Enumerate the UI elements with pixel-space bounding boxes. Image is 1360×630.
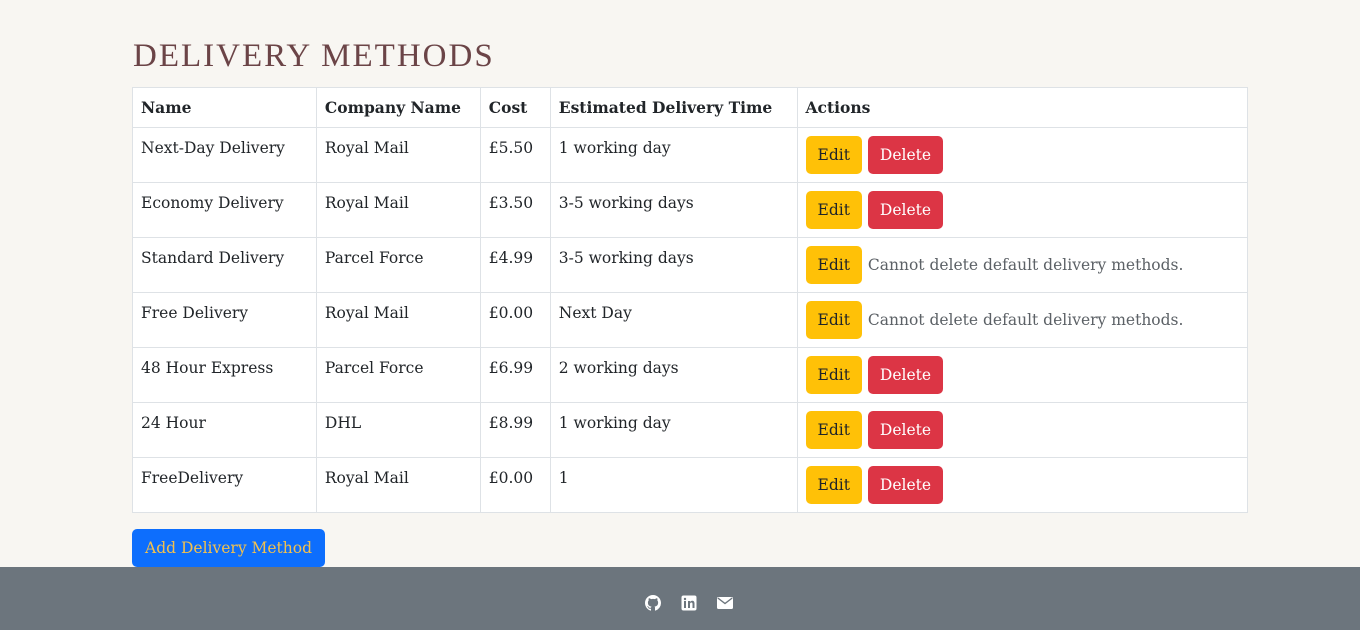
- cell-cost: £3.50: [479, 182, 551, 238]
- cell-actions: Edit Delete: [796, 127, 1249, 183]
- delete-button[interactable]: Delete: [867, 191, 944, 229]
- cell-company: Royal Mail: [315, 127, 481, 183]
- column-header-name: Name: [132, 87, 317, 128]
- cell-company: Parcel Force: [315, 237, 481, 293]
- cell-company: Royal Mail: [315, 292, 481, 348]
- cell-name: Next-Day Delivery: [132, 127, 317, 183]
- cannot-delete-note: Cannot delete default delivery methods.: [867, 311, 1184, 329]
- delivery-methods-table: Name Company Name Cost Estimated Deliver…: [132, 87, 1249, 513]
- delete-button[interactable]: Delete: [867, 136, 944, 174]
- cell-name: FreeDelivery: [132, 457, 317, 513]
- github-icon[interactable]: [645, 595, 661, 611]
- table-row: Next-Day Delivery Royal Mail £5.50 1 workin…: [132, 127, 1249, 183]
- page-title: DELIVERY METHODS: [133, 38, 495, 74]
- edit-button[interactable]: Edit: [805, 136, 862, 174]
- cell-cost: £0.00: [479, 292, 551, 348]
- cell-delivery-time: 1 working day: [549, 127, 798, 183]
- table-row: 24 Hour DHL £8.99 1 working day Edit Delete: [132, 402, 1249, 458]
- cell-company: DHL: [315, 402, 481, 458]
- cell-company: Royal Mail: [315, 457, 481, 513]
- footer-icons: [645, 595, 733, 611]
- cell-company: Parcel Force: [315, 347, 481, 403]
- table-row: FreeDelivery Royal Mail £0.00 1 Edit Delete: [132, 457, 1249, 513]
- cell-delivery-time: 3-5 working days: [549, 237, 798, 293]
- add-delivery-method-button[interactable]: Add Delivery Method: [132, 529, 326, 567]
- delete-button[interactable]: Delete: [867, 411, 944, 449]
- cell-actions: Edit Delete: [796, 347, 1249, 403]
- cell-company: Royal Mail: [315, 182, 481, 238]
- cell-cost: £8.99: [479, 402, 551, 458]
- cell-actions: Edit Cannot delete default delivery meth…: [796, 237, 1249, 293]
- cell-delivery-time: 1 working day: [549, 402, 798, 458]
- linkedin-icon[interactable]: [681, 595, 697, 611]
- footer: [0, 567, 1360, 630]
- edit-button[interactable]: Edit: [805, 356, 862, 394]
- column-header-cost: Cost: [479, 87, 551, 128]
- cell-cost: £4.99: [479, 237, 551, 293]
- delete-button[interactable]: Delete: [867, 356, 944, 394]
- cell-name: 48 Hour Express: [132, 347, 317, 403]
- cell-cost: £6.99: [479, 347, 551, 403]
- table-row: 48 Hour Express Parcel Force £6.99 2 workin…: [132, 347, 1249, 403]
- table-row: Standard Delivery Parcel Force £4.99 3-5 wo…: [132, 237, 1249, 293]
- cell-name: Standard Delivery: [132, 237, 317, 293]
- column-header-time: Estimated Delivery Time: [549, 87, 798, 128]
- edit-button[interactable]: Edit: [805, 301, 862, 339]
- cannot-delete-note: Cannot delete default delivery methods.: [867, 256, 1184, 274]
- edit-button[interactable]: Edit: [805, 191, 862, 229]
- cell-actions: Edit Delete: [796, 182, 1249, 238]
- column-header-actions: Actions: [796, 87, 1249, 128]
- cell-delivery-time: 2 working days: [549, 347, 798, 403]
- cell-name: Free Delivery: [132, 292, 317, 348]
- cell-delivery-time: Next Day: [549, 292, 798, 348]
- cell-actions: Edit Cannot delete default delivery meth…: [796, 292, 1249, 348]
- table-row: Free Delivery Royal Mail £0.00 Next Day Edit…: [132, 292, 1249, 348]
- table-row: Economy Delivery Royal Mail £3.50 3-5 worki…: [132, 182, 1249, 238]
- edit-button[interactable]: Edit: [805, 466, 862, 504]
- cell-delivery-time: 3-5 working days: [549, 182, 798, 238]
- cell-actions: Edit Delete: [796, 402, 1249, 458]
- cell-name: Economy Delivery: [132, 182, 317, 238]
- email-icon[interactable]: [717, 595, 733, 611]
- column-header-company: Company Name: [315, 87, 481, 128]
- cell-actions: Edit Delete: [796, 457, 1249, 513]
- cell-name: 24 Hour: [132, 402, 317, 458]
- table-header-row: Name Company Name Cost Estimated Deliver…: [132, 87, 1249, 128]
- cell-cost: £5.50: [479, 127, 551, 183]
- cell-cost: £0.00: [479, 457, 551, 513]
- cell-delivery-time: 1: [549, 457, 798, 513]
- delete-button[interactable]: Delete: [867, 466, 944, 504]
- edit-button[interactable]: Edit: [805, 411, 862, 449]
- edit-button[interactable]: Edit: [805, 246, 862, 284]
